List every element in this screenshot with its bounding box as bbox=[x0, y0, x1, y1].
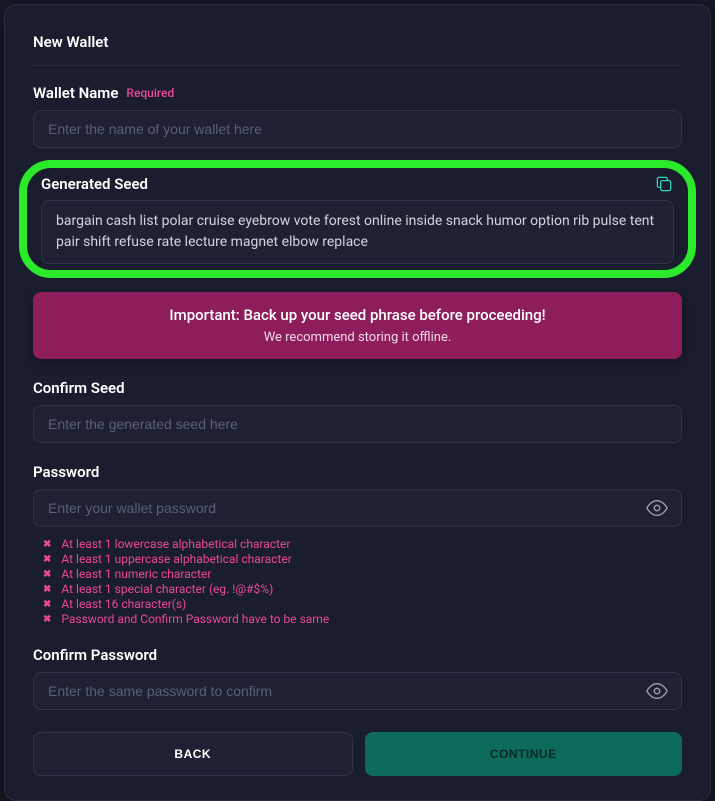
seed-header: Generated Seed bbox=[41, 174, 674, 194]
confirm-password-input[interactable] bbox=[33, 672, 682, 710]
rule-text: At least 1 uppercase alphabetical charac… bbox=[61, 552, 291, 566]
rule-text: Password and Confirm Password have to be… bbox=[61, 612, 329, 626]
generated-seed-section: Generated Seed bargain cash list polar c… bbox=[33, 166, 682, 272]
button-row: BACK CONTINUE bbox=[33, 732, 682, 776]
wallet-name-input[interactable] bbox=[33, 110, 682, 148]
warning-title: Important: Back up your seed phrase befo… bbox=[49, 306, 666, 324]
wallet-name-label-row: Wallet Name Required bbox=[33, 84, 682, 102]
divider bbox=[33, 65, 682, 66]
x-icon: ✖ bbox=[43, 584, 51, 595]
warning-box: Important: Back up your seed phrase befo… bbox=[33, 292, 682, 359]
rule-text: At least 1 special character (eg. !@#$%) bbox=[61, 582, 273, 596]
new-wallet-panel: New Wallet Wallet Name Required Generate… bbox=[4, 4, 711, 801]
rule-text: At least 1 numeric character bbox=[61, 567, 211, 581]
eye-icon[interactable] bbox=[646, 680, 668, 702]
wallet-name-label: Wallet Name bbox=[33, 84, 118, 102]
panel-title: New Wallet bbox=[33, 33, 682, 51]
confirm-seed-input[interactable] bbox=[33, 405, 682, 443]
password-label: Password bbox=[33, 463, 682, 481]
x-icon: ✖ bbox=[43, 539, 51, 550]
confirm-seed-section: Confirm Seed bbox=[33, 379, 682, 443]
copy-icon[interactable] bbox=[654, 174, 674, 194]
continue-button[interactable]: CONTINUE bbox=[365, 732, 683, 776]
rule-text: At least 1 lowercase alphabetical charac… bbox=[61, 537, 290, 551]
rule-text: At least 16 character(s) bbox=[61, 597, 186, 611]
password-rule: ✖ At least 1 numeric character bbox=[43, 567, 682, 581]
password-rule: ✖ At least 1 lowercase alphabetical chara… bbox=[43, 537, 682, 551]
password-rule: ✖ At least 1 special character (eg. !@#$%… bbox=[43, 582, 682, 596]
wallet-name-section: Wallet Name Required bbox=[33, 84, 682, 148]
password-rule: ✖ At least 1 uppercase alphabetical chara… bbox=[43, 552, 682, 566]
back-button[interactable]: BACK bbox=[33, 732, 353, 776]
password-input-wrapper bbox=[33, 489, 682, 527]
password-rules: ✖ At least 1 lowercase alphabetical chara… bbox=[33, 537, 682, 626]
x-icon: ✖ bbox=[43, 599, 51, 610]
generated-seed-label: Generated Seed bbox=[41, 175, 148, 193]
confirm-password-section: Confirm Password bbox=[33, 646, 682, 710]
seed-phrase-box: bargain cash list polar cruise eyebrow v… bbox=[41, 200, 674, 264]
password-section: Password ✖ At least 1 lowercase alphabeti… bbox=[33, 463, 682, 626]
warning-subtitle: We recommend storing it offline. bbox=[49, 330, 666, 345]
password-rule: ✖ Password and Confirm Password have to b… bbox=[43, 612, 682, 626]
x-icon: ✖ bbox=[43, 614, 51, 625]
confirm-password-input-wrapper bbox=[33, 672, 682, 710]
eye-icon[interactable] bbox=[646, 497, 668, 519]
confirm-password-label: Confirm Password bbox=[33, 646, 682, 664]
password-input[interactable] bbox=[33, 489, 682, 527]
required-tag: Required bbox=[126, 86, 174, 100]
x-icon: ✖ bbox=[43, 569, 51, 580]
password-rule: ✖ At least 16 character(s) bbox=[43, 597, 682, 611]
x-icon: ✖ bbox=[43, 554, 51, 565]
confirm-seed-label: Confirm Seed bbox=[33, 379, 682, 397]
